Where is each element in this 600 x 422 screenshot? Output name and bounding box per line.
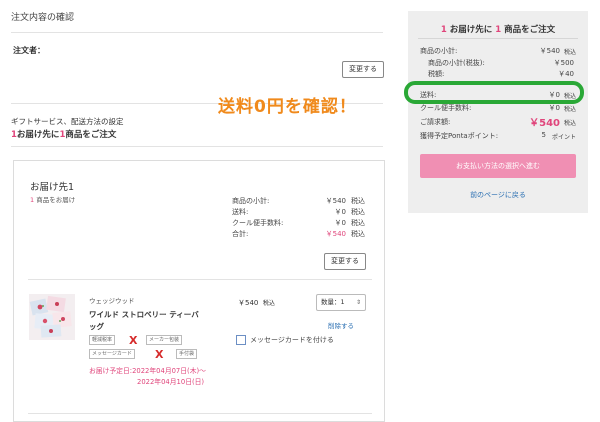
annotation-text: 送料0円を確認！ [218, 97, 357, 117]
divider [11, 32, 383, 33]
total-value: ￥540 [325, 197, 346, 205]
summary-total: ￥540 [529, 118, 560, 129]
orderer-change-button[interactable]: 変更する [342, 61, 384, 78]
summary-label: ご請求額: [420, 118, 451, 126]
order-summary-panel: 1 お届け先に 1 商品をご注文 商品の小計: ￥540 税込 商品の小計(税抜… [408, 11, 588, 213]
total-label: 合計: [232, 230, 249, 238]
back-link[interactable]: 前のページに戻る [408, 190, 588, 200]
section-title: 注文内容の確認 [11, 13, 75, 23]
destination-card: お届け先1 1 商品をお届け 商品の小計: ￥540 税込 送料: ￥0 税込 … [13, 160, 385, 422]
delete-link[interactable]: 削除する [328, 320, 354, 330]
divider [11, 146, 383, 147]
summary-label: クール便手数料: [420, 104, 472, 112]
chevron-down-icon: ⇕ [355, 299, 361, 306]
summary-value: ￥540 [539, 47, 560, 55]
summary-value: 5 [541, 131, 546, 139]
summary-label: 商品の小計(税抜): [428, 59, 485, 67]
highlight-ring [404, 81, 584, 104]
close-icon: X [155, 348, 164, 361]
total-label: 商品の小計: [232, 197, 270, 205]
close-icon: X [129, 334, 138, 347]
destination-change-button[interactable]: 変更する [324, 253, 366, 270]
product-tag: 手付袋 [176, 349, 198, 359]
divider [418, 38, 578, 39]
product-tag: メッセージカード [89, 349, 135, 359]
destination-summary: 1お届け先に1商品をご注文 [11, 130, 117, 140]
orderer-label: 注文者： [13, 46, 45, 55]
product-tag: 軽減税率 [89, 335, 116, 345]
proceed-to-payment-button[interactable]: お支払い方法の選択へ進む [420, 154, 576, 178]
destination-count: 1 商品をお届け [30, 196, 76, 204]
divider [28, 413, 372, 414]
summary-value: ￥500 [553, 59, 574, 67]
message-card-label[interactable]: メッセージカードを付ける [250, 335, 334, 345]
destination-title: お届け先1 [30, 182, 75, 193]
summary-value: ￥0 [548, 104, 560, 112]
summary-label: 商品の小計: [420, 47, 458, 55]
product-name[interactable]: ワイルド ストロベリー ティーバ ッグ [89, 309, 199, 333]
total-label: クール便手数料: [232, 219, 284, 227]
total-label: 送料: [232, 208, 249, 216]
summary-label: 獲得予定Pontaポイント: [420, 132, 499, 140]
delivery-date: お届け予定日:2022年04月07日(木)～ 2022年04月10日(日) [89, 367, 206, 386]
total-value: ￥0 [334, 208, 346, 216]
divider [28, 279, 372, 280]
summary-value: ￥40 [558, 70, 574, 78]
product-brand: ウェッジウッド [89, 297, 135, 305]
total-value: ￥0 [334, 219, 346, 227]
total-value: ￥540 [325, 230, 346, 238]
quantity-select[interactable]: 数量：1 ⇕ [316, 294, 366, 311]
product-price: ￥540 税込 [238, 299, 275, 307]
product-image [29, 294, 75, 340]
gift-heading: ギフトサービス、配送方法の設定 [11, 117, 124, 126]
summary-label: 税額: [428, 70, 445, 78]
summary-header: 1 お届け先に 1 商品をご注文 [440, 25, 556, 35]
product-tag: メーカー包装 [146, 335, 183, 345]
message-card-checkbox[interactable] [236, 335, 246, 345]
